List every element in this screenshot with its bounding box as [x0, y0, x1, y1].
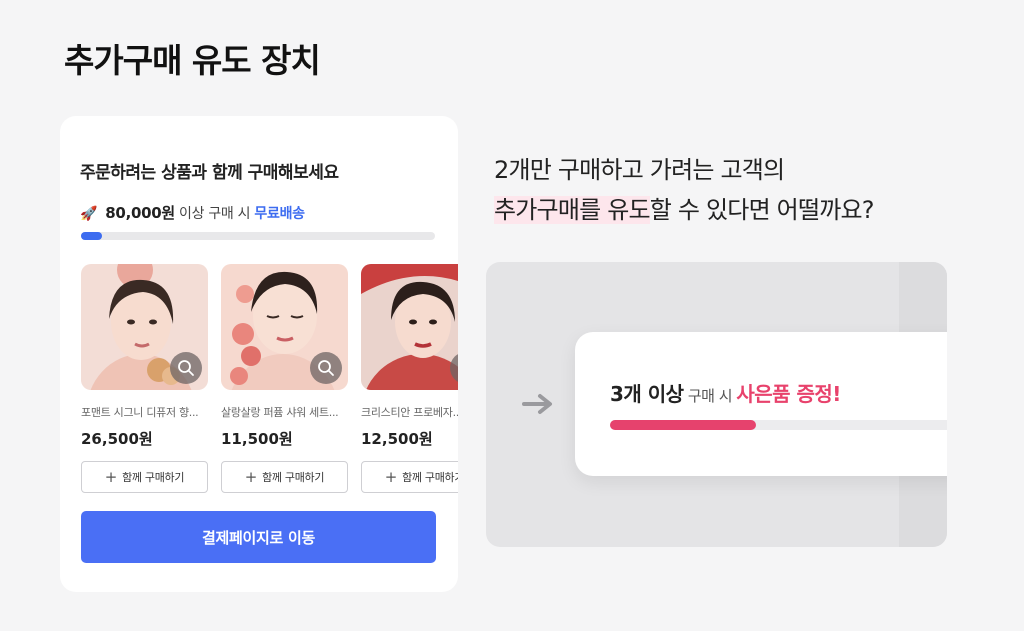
zoom-button[interactable] — [170, 352, 202, 384]
product-price: 11,500원 — [221, 430, 293, 448]
headline-line-2: 추가구매를 유도할 수 있다면 어떨까요? — [494, 190, 875, 230]
product-card: 포맨트 시그니 디퓨저 향... 26,500원 + 함께 구매하기 — [81, 264, 208, 493]
product-name[interactable]: 크리스티안 프로베자... — [361, 404, 458, 420]
headline-rest: 할 수 있다면 어떨까요? — [649, 196, 875, 224]
product-name[interactable]: 포맨트 시그니 디퓨저 향... — [81, 404, 208, 420]
headline-line-1: 2개만 구매하고 가려는 고객의 — [494, 156, 785, 184]
threshold-benefit: 무료배송 — [254, 206, 305, 222]
gift-count: 3개 이상 — [610, 382, 684, 406]
product-image[interactable] — [81, 264, 208, 390]
plus-icon: + — [384, 468, 398, 486]
search-icon — [457, 359, 458, 377]
free-shipping-threshold: 🚀 80,000원 이상 구매 시 무료배송 — [80, 202, 305, 223]
arrow-right-icon — [522, 394, 552, 414]
gift-popup: 3개 이상 구매 시 사은품 증정! — [575, 332, 947, 476]
gift-illustration: 3개 이상 구매 시 사은품 증정! — [486, 262, 947, 547]
product-image[interactable] — [221, 264, 348, 390]
add-together-label: 함께 구매하기 — [262, 471, 325, 484]
product-price: 12,500원 — [361, 430, 433, 448]
threshold-condition: 이상 구매 시 — [179, 206, 251, 222]
product-name[interactable]: 살랑살랑 퍼퓸 샤워 세트... — [221, 404, 348, 420]
page-title: 추가구매 유도 장치 — [64, 41, 321, 80]
cross-sell-card: 주문하려는 상품과 함께 구매해보세요 🚀 80,000원 이상 구매 시 무료… — [60, 116, 458, 592]
rocket-icon: 🚀 — [80, 206, 98, 222]
search-icon — [178, 360, 194, 376]
add-together-button[interactable]: + 함께 구매하기 — [361, 461, 458, 493]
gift-progress-bar — [610, 420, 947, 430]
product-list: 포맨트 시그니 디퓨저 향... 26,500원 + 함께 구매하기 살랑살랑 … — [81, 264, 458, 494]
product-card: 살랑살랑 퍼퓸 샤워 세트... 11,500원 + 함께 구매하기 — [221, 264, 348, 493]
shipping-progress-fill — [81, 232, 103, 240]
headline-highlight: 추가구매를 유도 — [494, 196, 651, 224]
plus-icon: + — [104, 468, 118, 486]
zoom-button[interactable] — [310, 352, 342, 384]
add-together-label: 함께 구매하기 — [402, 471, 458, 484]
product-card: 크리스티안 프로베자... 12,500원 + 함께 구매하기 — [361, 264, 458, 493]
headline-copy: 2개만 구매하고 가려는 고객의 추가구매를 유도할 수 있다면 어떨까요? — [494, 150, 875, 230]
product-price: 26,500원 — [81, 430, 153, 448]
checkout-button[interactable]: 결제페이지로 이동 — [81, 511, 436, 563]
card-heading: 주문하려는 상품과 함께 구매해보세요 — [80, 163, 339, 183]
shipping-progress-bar — [81, 232, 435, 240]
product-image[interactable] — [361, 264, 458, 390]
add-together-button[interactable]: + 함께 구매하기 — [81, 461, 208, 493]
add-together-label: 함께 구매하기 — [122, 471, 185, 484]
gift-benefit: 사은품 증정! — [736, 382, 841, 406]
gift-progress-fill — [610, 420, 757, 430]
add-together-button[interactable]: + 함께 구매하기 — [221, 461, 348, 493]
plus-icon: + — [244, 468, 258, 486]
gift-message: 3개 이상 구매 시 사은품 증정! — [610, 378, 841, 407]
threshold-amount: 80,000원 — [105, 204, 175, 222]
gift-condition: 구매 시 — [687, 387, 733, 405]
search-icon — [318, 360, 334, 376]
